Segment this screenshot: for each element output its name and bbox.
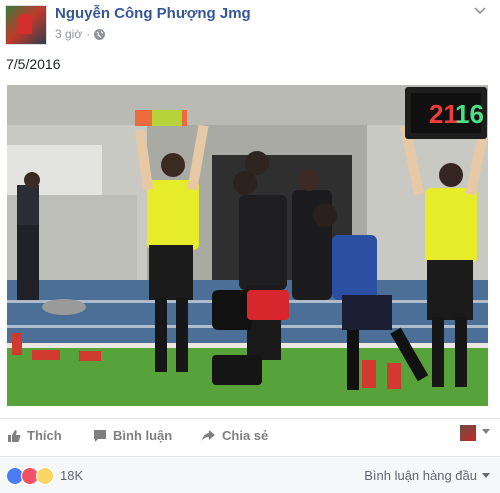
like-label: Thích — [27, 428, 62, 443]
author-avatar[interactable] — [5, 5, 47, 45]
share-button[interactable]: Chia sẻ — [201, 428, 268, 443]
chevron-down-icon[interactable] — [474, 4, 486, 18]
thumbs-up-icon — [7, 429, 21, 443]
board-left-number: 21 — [429, 99, 458, 129]
chevron-down-icon — [482, 473, 490, 478]
board-right-number: 16 — [455, 99, 484, 129]
reaction-bar: 18K Bình luận hàng đầu — [0, 456, 500, 493]
like-button[interactable]: Thích — [7, 428, 62, 443]
comment-sort-dropdown[interactable]: Bình luận hàng đầu — [364, 468, 490, 483]
comment-label: Bình luận — [113, 428, 173, 443]
photo-scene: 21 16 — [7, 85, 488, 406]
post-photo[interactable]: 21 16 — [7, 85, 488, 406]
share-label: Chia sẻ — [222, 428, 269, 443]
post-time[interactable]: 3 giờ — [55, 27, 82, 41]
reaction-count[interactable]: 18K — [60, 468, 83, 483]
sort-label: Bình luận hàng đầu — [364, 468, 477, 483]
globe-icon[interactable] — [94, 28, 106, 40]
post-meta: 3 giờ · — [55, 27, 106, 41]
meta-separator: · — [86, 27, 91, 41]
comment-icon — [93, 429, 107, 443]
share-arrow-icon — [201, 429, 216, 442]
post-text: 7/5/2016 — [6, 56, 61, 72]
reaction-icons[interactable] — [6, 467, 54, 485]
wow-reaction-icon — [36, 467, 54, 485]
comment-button[interactable]: Bình luận — [93, 428, 172, 443]
chevron-down-icon[interactable] — [482, 429, 490, 434]
author-name[interactable]: Nguyễn Công Phượng Jmg — [55, 5, 251, 22]
post-header: Nguyễn Công Phượng Jmg 3 giờ · — [0, 0, 500, 50]
actor-avatar[interactable] — [460, 425, 476, 441]
post-actions: Thích Bình luận Chia sẻ — [0, 418, 500, 453]
